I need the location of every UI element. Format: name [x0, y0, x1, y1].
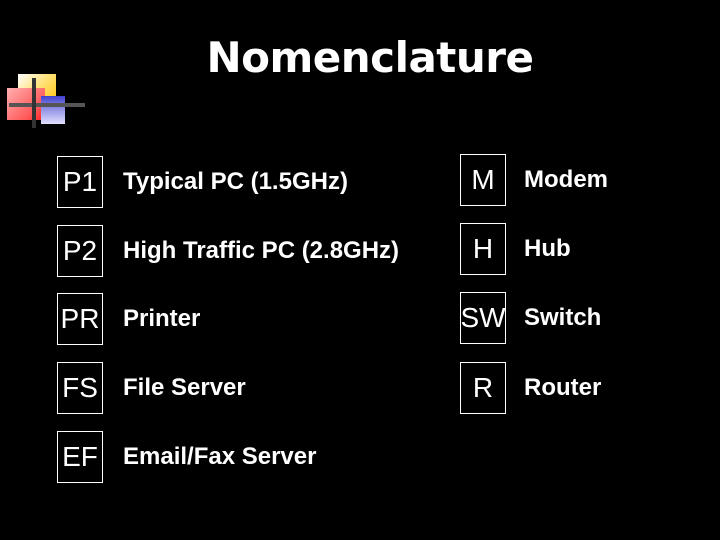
- code-box: M: [460, 154, 506, 206]
- legend-item-p2: P2 High Traffic PC (2.8GHz): [57, 225, 399, 277]
- code-box: H: [460, 223, 506, 275]
- code-description: High Traffic PC (2.8GHz): [123, 237, 400, 264]
- code-description: Printer: [123, 305, 201, 332]
- code-description: Router: [524, 374, 602, 401]
- code-box: R: [460, 362, 506, 414]
- logo-horizontal-line: [9, 103, 85, 107]
- code-description: Switch: [524, 304, 602, 331]
- legend-item-m: M Modem: [460, 154, 608, 206]
- code-box: FS: [57, 362, 103, 414]
- legend-item-fs: FS File Server: [57, 362, 246, 414]
- code-box: P2: [57, 225, 103, 277]
- logo-blue-square: [41, 96, 65, 124]
- code-description: Hub: [524, 235, 571, 262]
- code-box: EF: [57, 431, 103, 483]
- legend-item-ef: EF Email/Fax Server: [57, 431, 316, 483]
- code-box: SW: [460, 292, 506, 344]
- code-box: P1: [57, 156, 103, 208]
- code-description: Typical PC (1.5GHz): [123, 168, 348, 195]
- slide-title: Nomenclature: [206, 33, 534, 82]
- legend-item-r: R Router: [460, 362, 601, 414]
- code-box: PR: [57, 293, 103, 345]
- legend-item-h: H Hub: [460, 223, 571, 275]
- logo-vertical-line: [32, 78, 36, 128]
- code-description: Email/Fax Server: [123, 443, 317, 470]
- code-description: Modem: [524, 166, 608, 193]
- legend-item-sw: SW Switch: [460, 292, 601, 344]
- colored-squares-logo-icon: [5, 70, 85, 130]
- legend-item-pr: PR Printer: [57, 293, 200, 345]
- legend-item-p1: P1 Typical PC (1.5GHz): [57, 156, 348, 208]
- code-description: File Server: [123, 374, 246, 401]
